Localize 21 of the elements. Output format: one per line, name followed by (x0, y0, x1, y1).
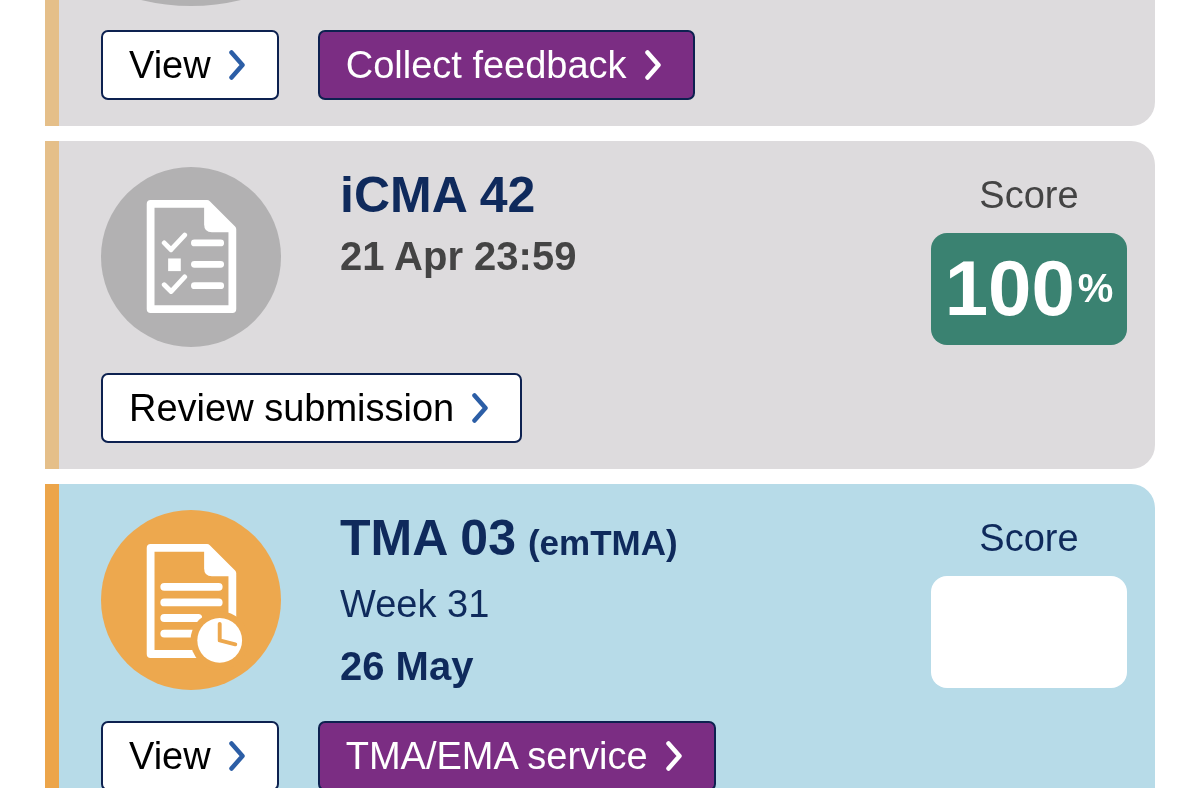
document-clock-icon (101, 510, 281, 690)
week-label: Week 31 (340, 582, 490, 627)
score-label: Score (979, 516, 1079, 561)
assessment-title: TMA 03 (340, 510, 516, 566)
link-button[interactable]: Review submission (101, 373, 523, 443)
assessment-title: iCMA 42 (340, 167, 536, 223)
chevron-right-icon (644, 50, 661, 80)
chevron-right-icon (665, 741, 682, 771)
action-button[interactable]: Collect feedback (317, 30, 695, 100)
action-button[interactable]: TMA/EMA service (317, 721, 716, 788)
due-date: 21 Apr 23:59 (340, 233, 577, 280)
chevron-right-icon (472, 393, 489, 423)
title-note: (emTMA) (527, 522, 678, 564)
chevron-right-icon (228, 741, 245, 771)
due-date: 26 May (340, 643, 474, 690)
link-button[interactable]: View (101, 721, 279, 788)
score-badge: 100$^{%}$ (931, 233, 1127, 345)
score-label: Score (979, 173, 1079, 218)
checklist-document-icon (101, 167, 281, 347)
link-button[interactable]: View (101, 30, 279, 100)
chevron-right-icon (228, 50, 245, 80)
